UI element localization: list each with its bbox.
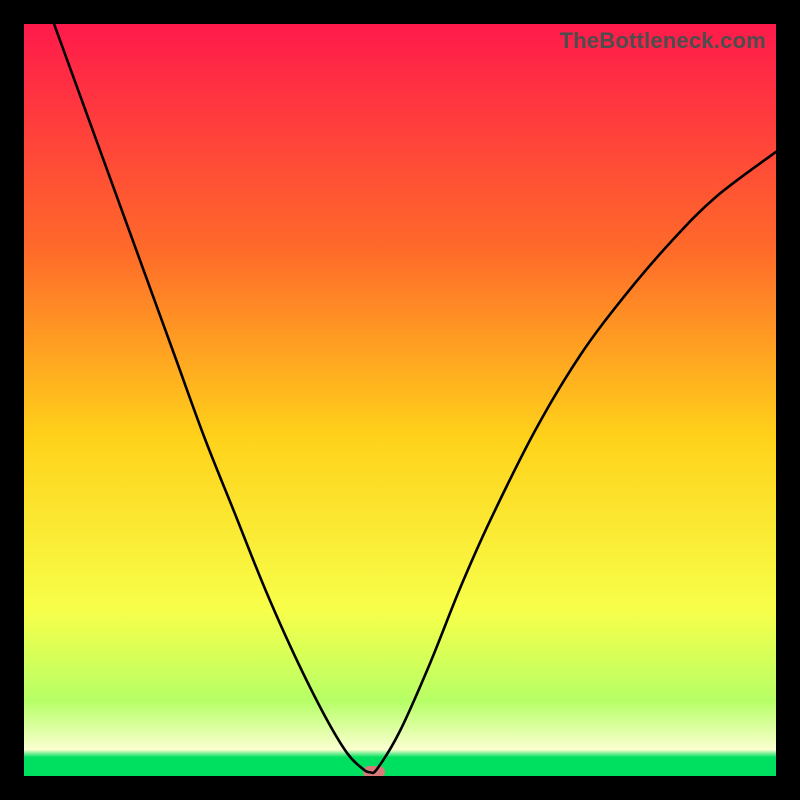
chart-frame: TheBottleneck.com xyxy=(0,0,800,800)
curve-layer xyxy=(24,24,776,776)
bottleneck-curve xyxy=(54,24,776,773)
watermark-text: TheBottleneck.com xyxy=(560,28,766,54)
plot-area: TheBottleneck.com xyxy=(24,24,776,776)
